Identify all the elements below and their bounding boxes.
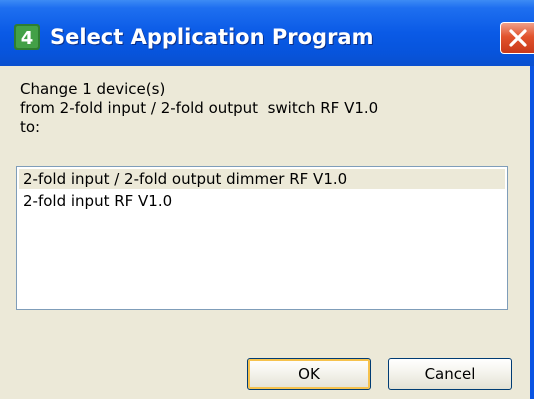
change-message: Change 1 device(s) from 2-fold input / 2… [20, 80, 378, 137]
message-line-1: Change 1 device(s) [20, 80, 166, 98]
application-program-list[interactable]: 2-fold input / 2-fold output dimmer RF V… [16, 166, 508, 310]
list-item-dimmer[interactable]: 2-fold input / 2-fold output dimmer RF V… [19, 169, 505, 189]
title-bar[interactable]: 4 Select Application Program [0, 0, 534, 66]
message-line-2: from 2-fold input / 2-fold output switch… [20, 99, 379, 117]
close-icon [509, 29, 527, 47]
svg-text:4: 4 [21, 28, 34, 49]
dialog-body: Change 1 device(s) from 2-fold input / 2… [0, 66, 530, 399]
message-line-3: to: [20, 118, 41, 136]
dialog-title: Select Application Program [50, 25, 374, 49]
close-button[interactable] [500, 22, 534, 54]
dialog-window: 4 Select Application Program Change 1 de… [0, 0, 534, 399]
cancel-button[interactable]: Cancel [388, 358, 512, 390]
list-item-input[interactable]: 2-fold input RF V1.0 [19, 191, 505, 211]
ok-button[interactable]: OK [247, 358, 371, 390]
app-icon: 4 [14, 24, 40, 50]
